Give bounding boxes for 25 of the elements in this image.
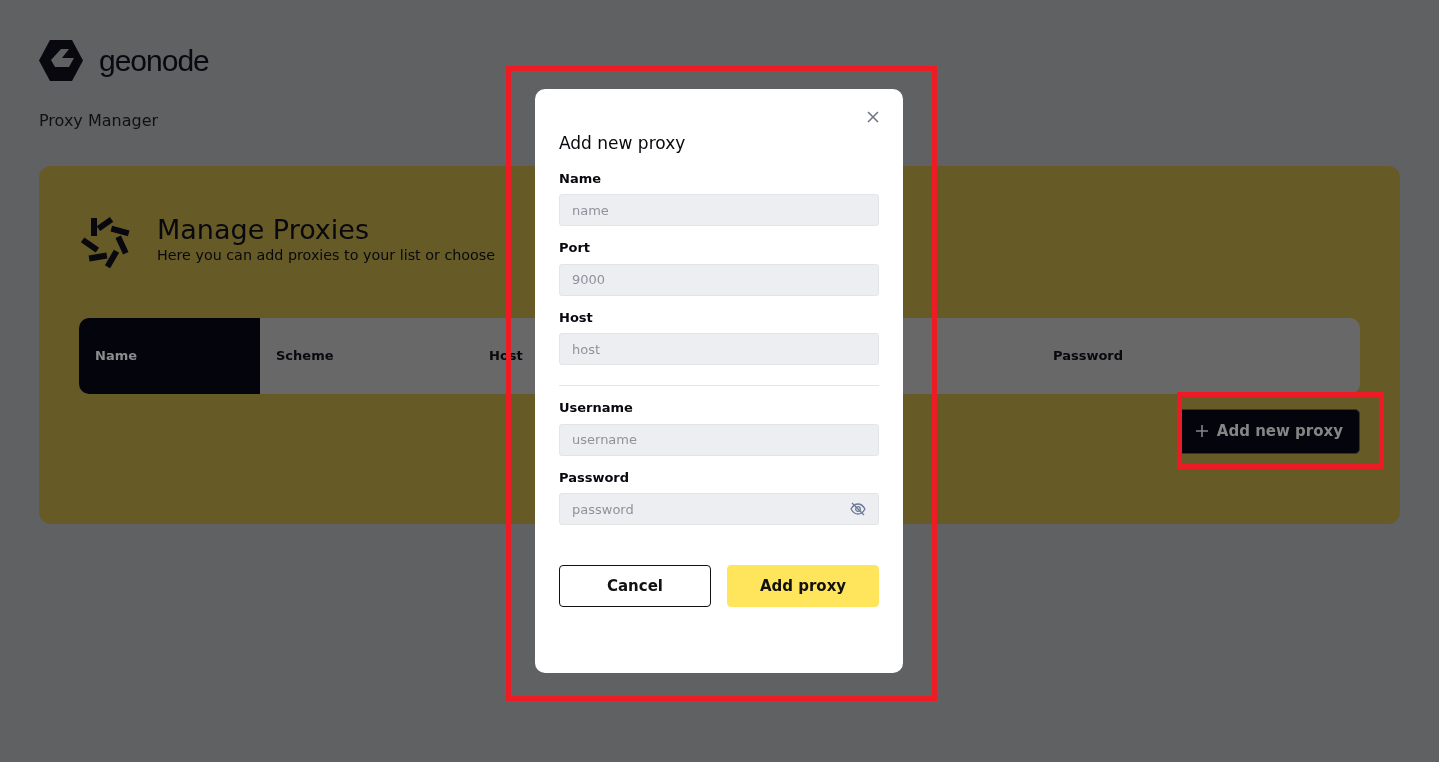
field-label: Port [559,239,592,257]
section-title: Manage Proxies [157,215,370,246]
column-header[interactable]: Password [1037,318,1360,394]
logo-text: geonode [99,45,209,76]
cancel-button[interactable]: Cancel [559,565,711,607]
input-field[interactable]: host [559,333,879,365]
eye-slash-icon[interactable] [850,502,866,516]
password-input[interactable]: password [560,494,850,524]
field-label: Password [559,468,631,487]
add-proxy-button[interactable]: Add proxy [727,565,879,607]
input-field[interactable]: name [559,194,879,226]
close-icon[interactable] [867,111,879,123]
modal-title: Add new proxy [559,132,687,155]
page-title: Proxy Manager [39,110,159,132]
field-label: Host [559,308,594,327]
field-label: Username [559,399,634,417]
column-header[interactable]: Scheme [260,318,473,394]
input-field[interactable]: username [559,423,879,456]
input-field[interactable]: 9000 [559,263,879,296]
logo-icon [39,40,83,81]
password-field[interactable]: password [559,493,879,525]
section-subtitle: Here you can add proxies to your list or choose [157,246,496,266]
column-header[interactable]: Name [79,318,260,394]
plus-icon [1194,424,1209,439]
field-label: Name [559,169,602,188]
